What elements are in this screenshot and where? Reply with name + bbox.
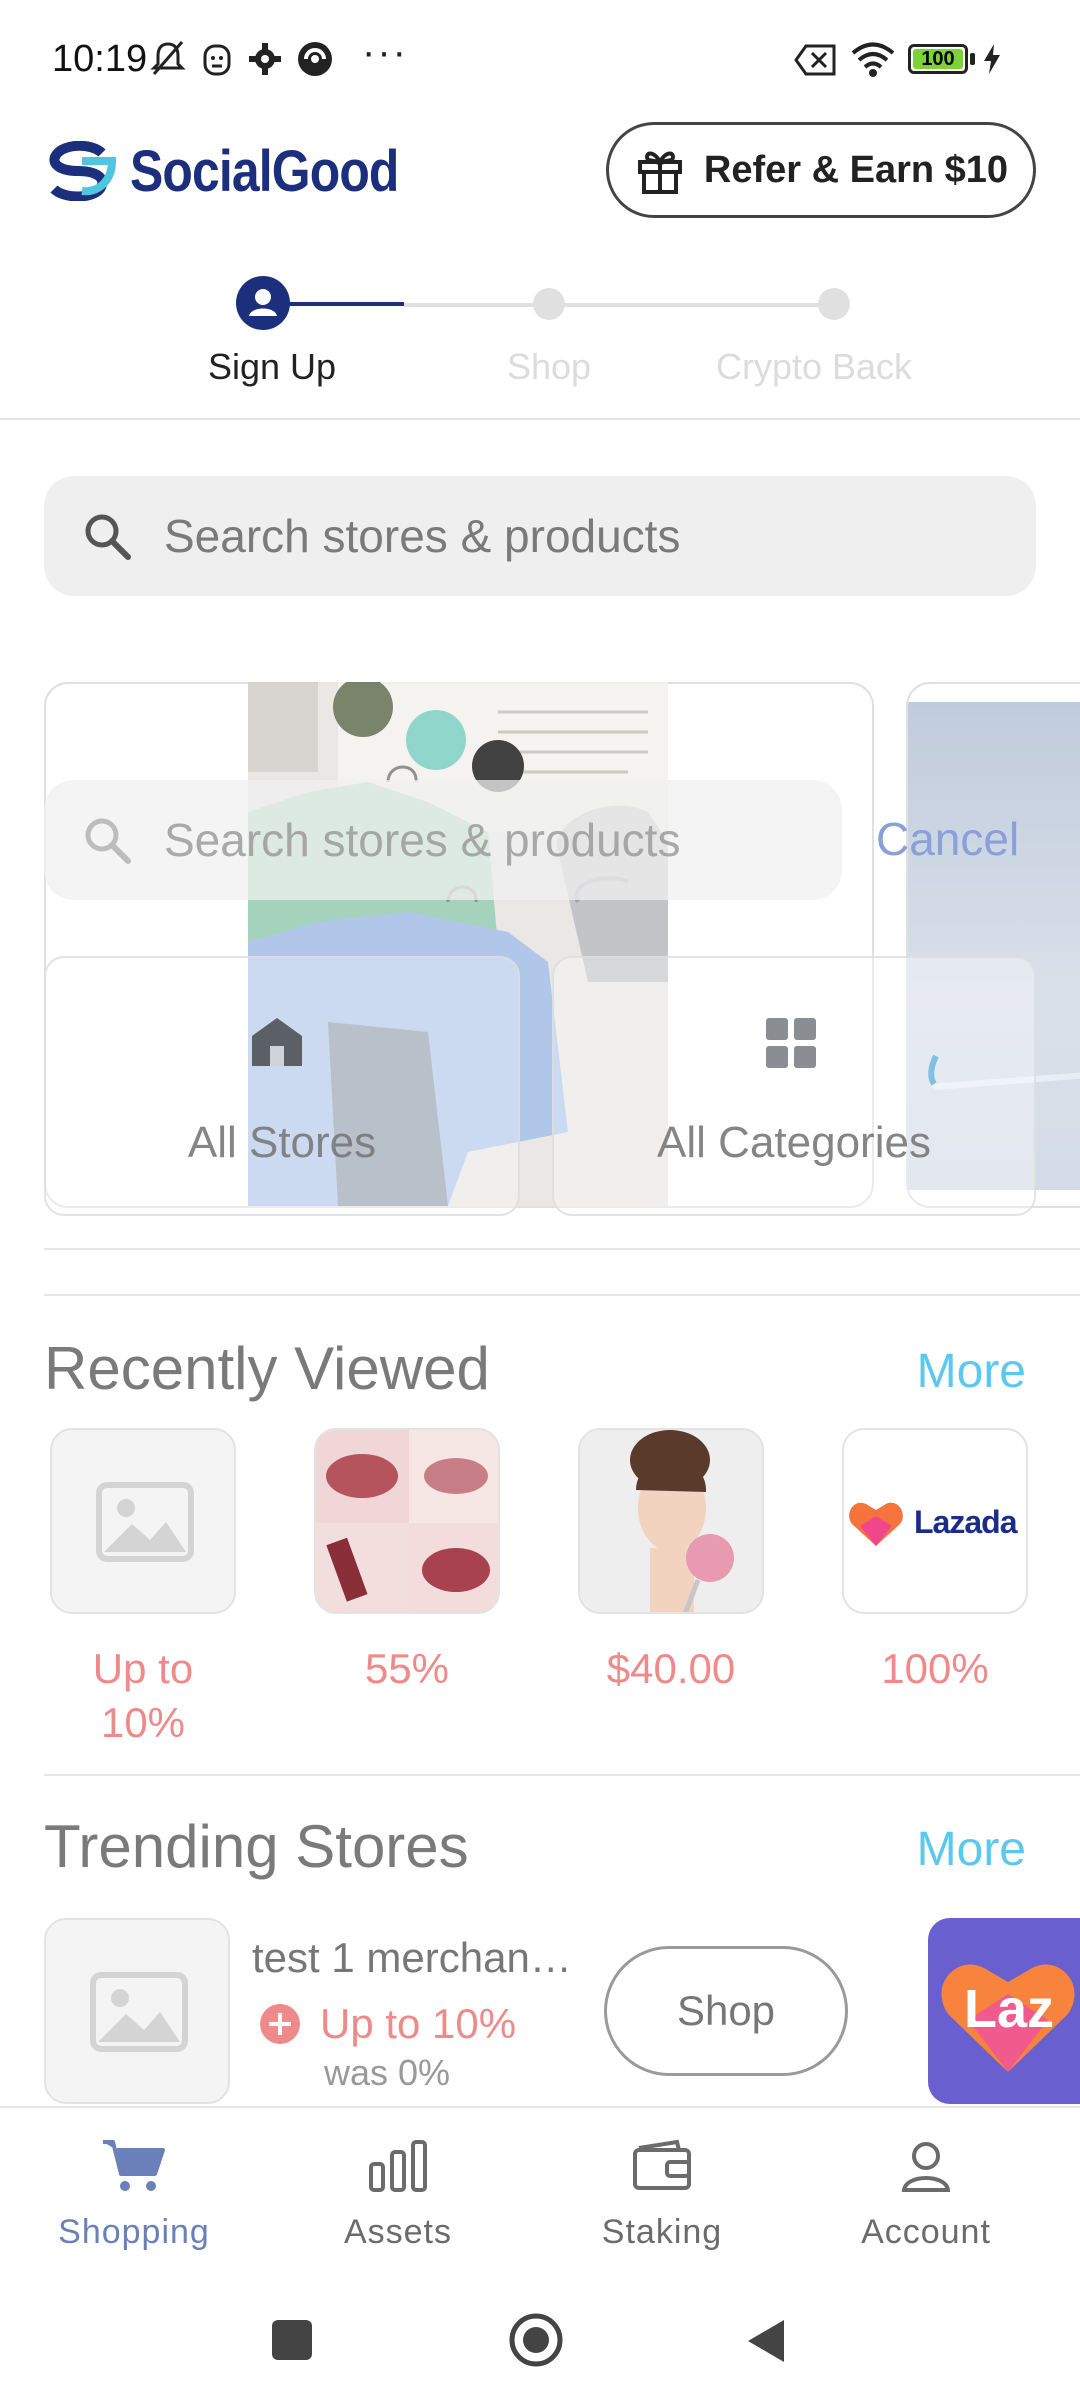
cancel-button[interactable]: Cancel xyxy=(876,812,1019,866)
recent-item-thumb xyxy=(50,1428,236,1614)
overlay-search-bar[interactable]: Search stores & products xyxy=(44,780,842,900)
search-bar[interactable]: Search stores & products xyxy=(44,476,1036,596)
nav-staking[interactable]: Staking xyxy=(562,2138,762,2252)
step-signup-marker xyxy=(236,276,290,330)
gift-icon xyxy=(637,151,682,194)
search-icon xyxy=(85,514,131,560)
placeholder-image-icon xyxy=(90,1972,188,2052)
step-signup-label: Sign Up xyxy=(207,346,337,387)
nav-assets-label: Assets xyxy=(343,2213,453,2251)
refer-earn-label: Refer & Earn $10 xyxy=(703,148,1009,191)
lazada-logo-text: Lazada xyxy=(914,1504,1017,1540)
gear-icon xyxy=(249,43,281,75)
bar-chart-icon xyxy=(369,2140,427,2192)
search-icon xyxy=(85,818,131,864)
trending-stores-more-link[interactable]: More xyxy=(917,1822,1026,1877)
all-stores-link[interactable]: All Stores xyxy=(44,956,520,1216)
recent-item[interactable]: $40.00 xyxy=(578,1428,764,1696)
grid-icon xyxy=(766,1018,816,1068)
recent-item-thumb xyxy=(314,1428,500,1614)
recent-apps-button[interactable] xyxy=(272,2320,312,2360)
refer-earn-button[interactable]: Refer & Earn $10 xyxy=(606,122,1036,218)
person-icon xyxy=(901,2142,951,2192)
store-previous-rate: was 0% xyxy=(324,2052,451,2093)
trending-stores-title: Trending Stores xyxy=(44,1813,469,1880)
nav-shopping-label: Shopping xyxy=(58,2213,210,2251)
system-navigation-bar xyxy=(0,2272,1080,2400)
recent-item-thumb: Lazada xyxy=(842,1428,1028,1614)
recent-item-value: Up to 10% xyxy=(92,1645,194,1746)
recent-item-value: 55% xyxy=(364,1645,450,1692)
store-name[interactable]: test 1 merchan… xyxy=(252,1934,572,1982)
socialgood-logo-icon xyxy=(49,141,116,201)
sim-off-icon xyxy=(794,44,836,76)
back-button[interactable] xyxy=(744,2316,788,2366)
nav-account-label: Account xyxy=(861,2213,991,2251)
store-icon xyxy=(252,1018,302,1066)
mute-bell-icon xyxy=(150,41,186,75)
recent-item[interactable]: 55% xyxy=(314,1428,500,1696)
vpn-icon xyxy=(298,42,332,76)
nav-staking-label: Staking xyxy=(601,2213,723,2251)
plus-circle-icon xyxy=(260,2004,300,2044)
nav-shopping[interactable]: Shopping xyxy=(34,2138,234,2252)
recent-item-value: 100% xyxy=(881,1645,989,1692)
recently-viewed-more-link[interactable]: More xyxy=(917,1344,1026,1399)
onboarding-stepper: Sign Up Shop Crypto Back xyxy=(0,270,1080,420)
home-button[interactable] xyxy=(508,2312,564,2368)
battery-icon: 100 xyxy=(908,44,968,74)
step-shop-label: Shop xyxy=(506,346,592,387)
store-cashback-label: Up to 10% xyxy=(320,2000,517,2047)
lazada-logo xyxy=(849,1502,903,1546)
step-track-line xyxy=(404,303,834,307)
more-dots-icon: ··· xyxy=(362,30,408,74)
portrait-photo xyxy=(580,1430,762,1612)
lazada-card-text: Laz xyxy=(964,1979,1055,2039)
recent-item-thumb xyxy=(578,1428,764,1614)
recently-viewed-title: Recently Viewed xyxy=(44,1335,490,1402)
battery-tip xyxy=(970,53,975,65)
overlay-search-placeholder: Search stores & products xyxy=(164,814,681,866)
brand-name: SocialGood xyxy=(130,138,399,204)
wifi-icon xyxy=(851,42,895,77)
bottom-navigation: Shopping Assets Staking Account xyxy=(0,2106,1080,2272)
recent-item-value: $40.00 xyxy=(606,1645,736,1692)
person-icon xyxy=(249,289,277,316)
all-stores-label: All Stores xyxy=(187,1118,377,1167)
nav-account[interactable]: Account xyxy=(826,2138,1026,2252)
lip-tint-photo xyxy=(316,1430,498,1612)
divider xyxy=(44,1294,1080,1296)
nav-assets[interactable]: Assets xyxy=(298,2138,498,2252)
step-shop-marker xyxy=(533,288,565,320)
recent-item[interactable]: Up to 10% xyxy=(50,1428,236,1750)
all-categories-label: All Categories xyxy=(657,1118,931,1167)
step-crypto-label: Crypto Back xyxy=(715,346,913,387)
store-thumb[interactable] xyxy=(44,1918,230,2104)
placeholder-image-icon xyxy=(96,1482,194,1562)
socialgood-logo[interactable]: SocialGood xyxy=(42,136,442,206)
all-categories-link[interactable]: All Categories xyxy=(552,956,1036,1216)
battery-level: 100 xyxy=(913,49,963,69)
divider xyxy=(44,1774,1080,1776)
status-time: 10:19 xyxy=(52,38,148,80)
search-placeholder: Search stores & products xyxy=(164,510,681,562)
wallet-icon xyxy=(633,2139,691,2190)
shop-button[interactable]: Shop xyxy=(604,1946,848,2076)
store-cashback: Up to 10% xyxy=(258,2000,516,2048)
face-icon xyxy=(203,44,231,76)
status-bar: 10:19 ··· 100 xyxy=(0,0,1080,120)
lazada-store-card[interactable]: Laz xyxy=(928,1918,1080,2104)
recent-item[interactable]: Lazada 100% xyxy=(842,1428,1028,1696)
charging-icon xyxy=(984,44,1000,74)
cart-icon xyxy=(103,2140,165,2191)
divider xyxy=(44,1248,1080,1250)
step-crypto-marker xyxy=(818,288,850,320)
